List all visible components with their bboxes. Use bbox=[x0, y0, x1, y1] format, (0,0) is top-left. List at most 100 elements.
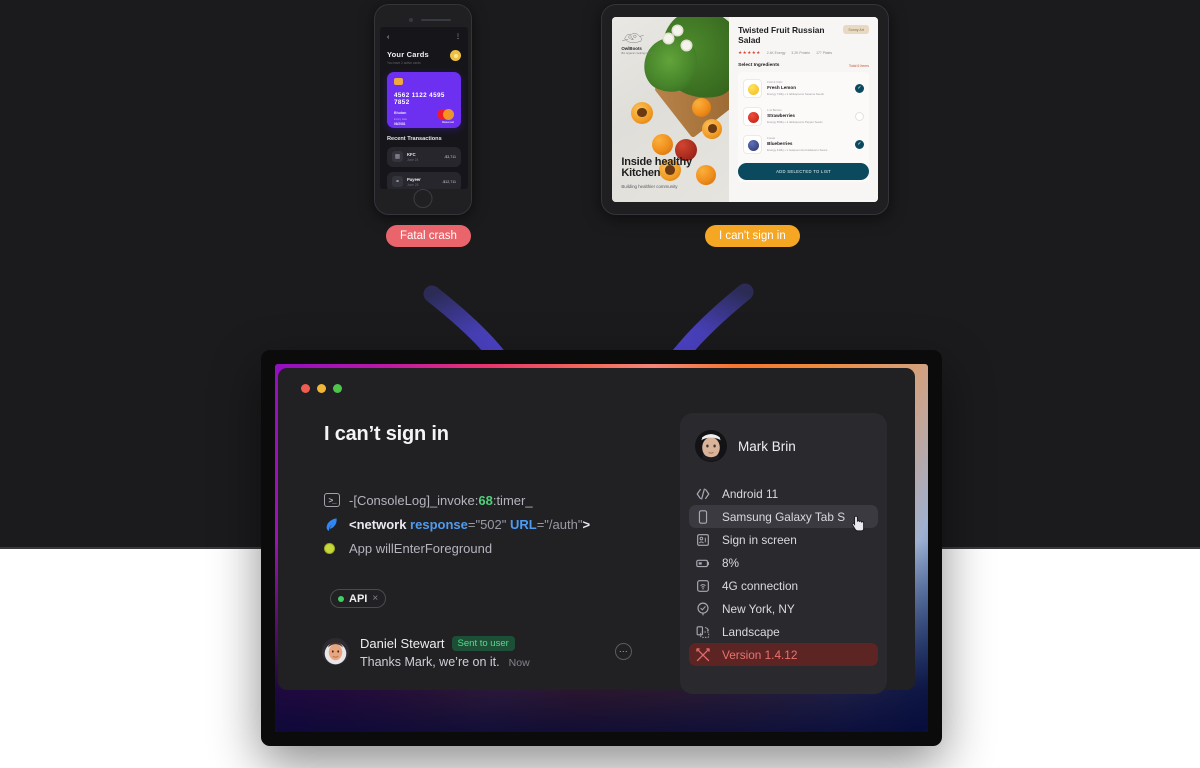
list-item[interactable]: Li & Berries Strawberries Energy 560kj +… bbox=[738, 102, 869, 130]
log-text: <network response="502" URL="/auth"> bbox=[349, 516, 591, 532]
console-log-list: >_ -[ConsoleLog]_invoke:68:timer_ <netwo… bbox=[324, 488, 674, 560]
status-dot-icon bbox=[324, 542, 335, 554]
status-badge: Sent to user bbox=[451, 636, 515, 651]
close-button[interactable] bbox=[301, 384, 310, 393]
more-vertical-icon[interactable]: ⋮ bbox=[455, 34, 461, 40]
tag-api[interactable]: API × bbox=[330, 589, 387, 608]
orientation-landscape-icon bbox=[696, 625, 710, 638]
device-row-model[interactable]: Samsung Galaxy Tab S bbox=[689, 505, 878, 532]
chevron-left-icon[interactable]: ‹ bbox=[387, 34, 389, 41]
label-fatal-crash[interactable]: Fatal crash bbox=[386, 225, 471, 247]
minimize-button[interactable] bbox=[317, 384, 326, 393]
avatar[interactable] bbox=[322, 638, 349, 665]
chip-icon bbox=[394, 77, 403, 85]
transaction-name: Payeer bbox=[407, 176, 421, 182]
list-item[interactable]: Fruit & Citric Fresh Lemon Energy 740kj … bbox=[738, 74, 869, 102]
avatar[interactable] bbox=[450, 50, 461, 61]
panel-user[interactable]: Mark Brin bbox=[695, 430, 872, 462]
ingredient-name: Fresh Lemon bbox=[767, 85, 796, 91]
console-log-row[interactable]: <network response="502" URL="/auth"> bbox=[324, 512, 674, 536]
checkbox-checked-icon[interactable]: ✓ bbox=[855, 83, 864, 93]
tablet-screen: OwlBoots Bio organic cooking nutrition I… bbox=[612, 17, 878, 202]
wallet-icon: ⚭ bbox=[392, 176, 403, 187]
device-attribute-list: Android 11 Samsung Galaxy Tab S Sign in … bbox=[689, 482, 878, 666]
location-pin-icon bbox=[697, 602, 709, 615]
avatar[interactable] bbox=[695, 430, 727, 462]
device-row-label: Landscape bbox=[722, 624, 780, 639]
panel-user-name: Mark Brin bbox=[738, 438, 796, 454]
transaction-name: KFC bbox=[407, 151, 416, 157]
apricot bbox=[691, 98, 711, 118]
apricot-half bbox=[630, 102, 653, 125]
ingredient-name: Blueberries bbox=[767, 141, 793, 147]
ingredient-name: Strawberries bbox=[767, 113, 795, 119]
section-title: Select Ingredients bbox=[738, 63, 780, 69]
list-item[interactable]: ▦ KFC June 24 -$3,711 bbox=[387, 146, 461, 167]
log-text: -[ConsoleLog]_invoke:68:timer_ bbox=[349, 492, 533, 508]
code-brackets-icon bbox=[696, 487, 710, 500]
device-row-android-version[interactable]: Android 11 bbox=[689, 482, 878, 505]
device-row-location[interactable]: New York, NY bbox=[689, 597, 878, 620]
recipe-header: Twisted Fruit Russian Salad Sunny Art bbox=[738, 25, 869, 45]
device-row-orientation[interactable]: Landscape bbox=[689, 620, 878, 643]
card-brand-label: Mastercard bbox=[442, 120, 454, 124]
device-row-label: New York, NY bbox=[722, 601, 795, 616]
transaction-amount: -$12,711 bbox=[442, 179, 456, 184]
tag-label: API bbox=[349, 592, 368, 605]
flower bbox=[663, 33, 673, 43]
console-log-row[interactable]: App willEnterForeground bbox=[324, 536, 674, 560]
recipe-panel: Twisted Fruit Russian Salad Sunny Art ★★… bbox=[729, 17, 878, 202]
brand-name: OwlBoots bbox=[621, 45, 642, 51]
list-item[interactable]: ⚭ Payeer June 28 -$12,711 bbox=[387, 171, 461, 189]
apricot bbox=[651, 133, 673, 155]
maximize-button[interactable] bbox=[333, 384, 342, 393]
credit-card[interactable]: 4562 1122 4595 7852 Bhutan Expiry date 0… bbox=[387, 71, 461, 128]
phone-speaker bbox=[421, 19, 451, 21]
log-text: App willEnterForeground bbox=[349, 540, 493, 556]
device-row-label: 4G connection bbox=[722, 578, 799, 593]
home-button[interactable] bbox=[413, 189, 433, 208]
transaction-date: June 28 bbox=[407, 182, 419, 187]
ingredient-desc: Energy 440kj + 1 teaspoon Hot Habanero S… bbox=[767, 147, 828, 152]
owl-sketch-icon bbox=[622, 33, 645, 43]
bag-icon: ▦ bbox=[392, 151, 403, 162]
device-row-label: Android 11 bbox=[722, 486, 779, 501]
sign-in-screen-icon bbox=[697, 533, 709, 546]
terminal-icon: >_ bbox=[324, 493, 340, 507]
meta-plates: 177 Plates bbox=[816, 51, 833, 56]
ellipsis-icon[interactable]: ⋯ bbox=[615, 643, 632, 660]
device-row-battery[interactable]: 8% bbox=[689, 551, 878, 574]
ingredient-thumb bbox=[743, 78, 763, 98]
close-icon[interactable]: × bbox=[372, 593, 378, 604]
phone-page-title: Your Cards bbox=[387, 50, 429, 59]
label-cant-sign-in[interactable]: I can't sign in bbox=[705, 225, 800, 247]
avatar-image bbox=[322, 638, 349, 665]
checkbox-checked-icon[interactable]: ✓ bbox=[855, 139, 864, 149]
comment-text: Thanks Mark, we’re on it. bbox=[360, 655, 500, 669]
section-action-link[interactable]: Total 6 items bbox=[849, 64, 869, 68]
device-row-screen[interactable]: Sign in screen bbox=[689, 528, 878, 551]
console-log-row[interactable]: >_ -[ConsoleLog]_invoke:68:timer_ bbox=[324, 488, 674, 512]
phone-mockup: ‹ ⋮ Your Cards You have 2 active cards 4… bbox=[374, 4, 472, 215]
phone-screen: ‹ ⋮ Your Cards You have 2 active cards 4… bbox=[380, 27, 468, 189]
hero-photo: OwlBoots Bio organic cooking nutrition I… bbox=[612, 17, 730, 202]
checkbox-unchecked-icon[interactable] bbox=[855, 111, 864, 121]
phone-page-subtitle: You have 2 active cards bbox=[387, 60, 421, 65]
add-to-list-button[interactable]: ADD SELECTED TO LIST bbox=[738, 163, 869, 181]
list-item[interactable]: Forest Blueberries Energy 440kj + 1 teas… bbox=[738, 130, 869, 158]
device-row-connection[interactable]: 4G connection bbox=[689, 574, 878, 597]
device-row-label: 8% bbox=[722, 555, 740, 570]
ingredient-desc: Energy 740kj + 2 tablespoons Sesame Seed… bbox=[767, 91, 824, 96]
hero-heading: Inside healthy Kitchen bbox=[621, 155, 692, 180]
ingredient-category: Forest bbox=[767, 136, 776, 141]
tablet-mockup: OwlBoots Bio organic cooking nutrition I… bbox=[601, 4, 889, 215]
hero-text: Inside healthy Kitchen Building healthie… bbox=[621, 155, 729, 190]
device-row-label: Sign in screen bbox=[722, 532, 797, 547]
hero-subheading: Building healthier community bbox=[621, 184, 678, 190]
ingredients-list: Fruit & Citric Fresh Lemon Energy 740kj … bbox=[738, 72, 869, 183]
device-row-version[interactable]: Version 1.4.12 bbox=[689, 643, 878, 666]
brand-logo: OwlBoots Bio organic cooking nutrition bbox=[621, 30, 655, 56]
window-traffic-lights bbox=[301, 384, 342, 393]
transaction-amount: -$3,711 bbox=[444, 154, 456, 159]
comment-author: Daniel Stewart bbox=[360, 636, 445, 651]
